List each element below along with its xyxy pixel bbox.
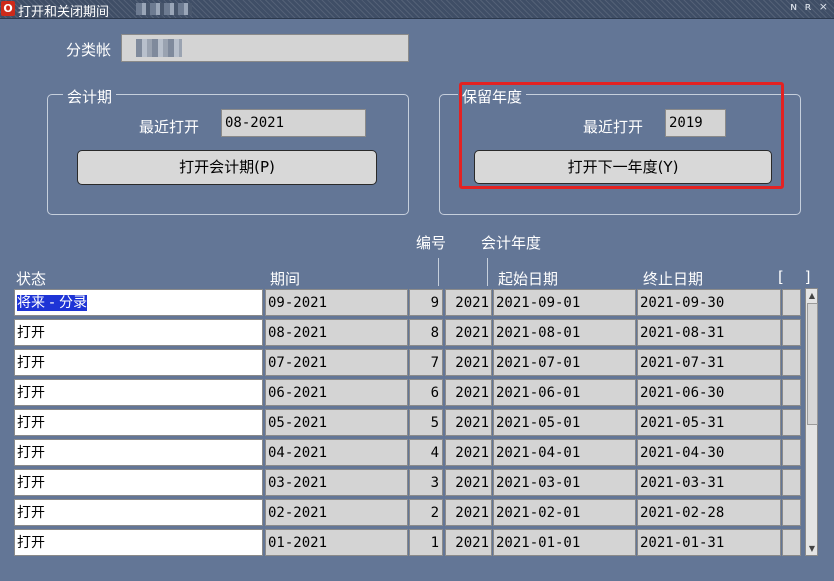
header-separator (487, 258, 488, 286)
end-date-cell[interactable]: 2021-09-30 (637, 289, 781, 316)
table-row[interactable]: 打开 02-2021 2 2021 2021-02-01 2021-02-28 (14, 499, 801, 526)
status-cell[interactable]: 打开 (14, 529, 263, 556)
table-row[interactable]: 打开 07-2021 7 2021 2021-07-01 2021-07-31 (14, 349, 801, 376)
flag-cell[interactable] (782, 439, 801, 466)
end-date-cell[interactable]: 2021-03-31 (637, 469, 781, 496)
header-period: 期间 (270, 270, 301, 288)
period-cell[interactable]: 09-2021 (265, 289, 408, 316)
start-date-cell[interactable]: 2021-02-01 (493, 499, 636, 526)
fiscal-year-cell[interactable]: 2021 (445, 409, 492, 436)
end-date-cell[interactable]: 2021-06-30 (637, 379, 781, 406)
end-date-cell[interactable]: 2021-04-30 (637, 439, 781, 466)
flag-cell[interactable] (782, 529, 801, 556)
flag-cell[interactable] (782, 409, 801, 436)
table-row[interactable]: 打开 01-2021 1 2021 2021-01-01 2021-01-31 (14, 529, 801, 556)
start-date-cell[interactable]: 2021-01-01 (493, 529, 636, 556)
open-period-button[interactable]: 打开会计期(P) (77, 150, 377, 185)
fiscal-year-cell[interactable]: 2021 (445, 439, 492, 466)
period-cell[interactable]: 01-2021 (265, 529, 408, 556)
table-row[interactable]: 打开 04-2021 4 2021 2021-04-01 2021-04-30 (14, 439, 801, 466)
end-date-cell[interactable]: 2021-01-31 (637, 529, 781, 556)
header-flag: [ ] (778, 268, 819, 286)
oracle-icon: O (1, 1, 15, 16)
number-cell[interactable]: 7 (409, 349, 443, 376)
ledger-value-blurred (136, 39, 182, 57)
number-cell[interactable]: 4 (409, 439, 443, 466)
accounting-period-legend: 会计期 (63, 86, 117, 107)
scroll-up-icon[interactable]: ▲ (807, 290, 817, 301)
fiscal-year-cell[interactable]: 2021 (445, 289, 492, 316)
fiscal-year-cell[interactable]: 2021 (445, 499, 492, 526)
window-controls[interactable]: ɴ ʀ × (790, 0, 830, 13)
blurred-title-suffix (136, 3, 192, 15)
scroll-thumb[interactable] (807, 303, 818, 425)
end-date-cell[interactable]: 2021-05-31 (637, 409, 781, 436)
table-row[interactable]: 将来 - 分录 09-2021 9 2021 2021-09-01 2021-09-30 (14, 289, 801, 316)
status-cell[interactable]: 打开 (14, 439, 263, 466)
number-cell[interactable]: 1 (409, 529, 443, 556)
number-cell[interactable]: 5 (409, 409, 443, 436)
period-cell[interactable]: 04-2021 (265, 439, 408, 466)
start-date-cell[interactable]: 2021-07-01 (493, 349, 636, 376)
status-cell[interactable]: 打开 (14, 319, 263, 346)
number-cell[interactable]: 8 (409, 319, 443, 346)
flag-cell[interactable] (782, 349, 801, 376)
period-cell[interactable]: 08-2021 (265, 319, 408, 346)
period-cell[interactable]: 07-2021 (265, 349, 408, 376)
fiscal-year-cell[interactable]: 2021 (445, 349, 492, 376)
start-date-cell[interactable]: 2021-08-01 (493, 319, 636, 346)
period-latest-open-label: 最近打开 (139, 118, 200, 136)
table-scrollbar[interactable]: ▲ ▼ (805, 288, 818, 556)
start-date-cell[interactable]: 2021-04-01 (493, 439, 636, 466)
fiscal-year-cell[interactable]: 2021 (445, 469, 492, 496)
start-date-cell[interactable]: 2021-05-01 (493, 409, 636, 436)
status-cell[interactable]: 将来 - 分录 (14, 289, 263, 316)
flag-cell[interactable] (782, 469, 801, 496)
scroll-down-icon[interactable]: ▼ (807, 543, 817, 554)
header-status: 状态 (16, 270, 47, 288)
period-cell[interactable]: 03-2021 (265, 469, 408, 496)
fiscal-year-cell[interactable]: 2021 (445, 529, 492, 556)
period-cell[interactable]: 02-2021 (265, 499, 408, 526)
fiscal-year-cell[interactable]: 2021 (445, 379, 492, 406)
flag-cell[interactable] (782, 289, 801, 316)
window-titlebar: O 打开和关闭期间 ɴ ʀ × (0, 0, 834, 20)
table-row[interactable]: 打开 06-2021 6 2021 2021-06-01 2021-06-30 (14, 379, 801, 406)
start-date-cell[interactable]: 2021-09-01 (493, 289, 636, 316)
number-cell[interactable]: 6 (409, 379, 443, 406)
period-cell[interactable]: 06-2021 (265, 379, 408, 406)
status-cell[interactable]: 打开 (14, 379, 263, 406)
flag-cell[interactable] (782, 499, 801, 526)
header-separator (438, 258, 439, 286)
status-cell[interactable]: 打开 (14, 469, 263, 496)
header-fiscal-year: 会计年度 (481, 234, 542, 252)
header-end-date: 终止日期 (643, 270, 704, 288)
window-title: 打开和关闭期间 (18, 5, 110, 20)
fiscal-year-cell[interactable]: 2021 (445, 319, 492, 346)
table-row[interactable]: 打开 08-2021 8 2021 2021-08-01 2021-08-31 (14, 319, 801, 346)
period-latest-open-field[interactable]: 08-2021 (221, 109, 366, 137)
flag-cell[interactable] (782, 379, 801, 406)
table-row[interactable]: 打开 03-2021 3 2021 2021-03-01 2021-03-31 (14, 469, 801, 496)
start-date-cell[interactable]: 2021-03-01 (493, 469, 636, 496)
end-date-cell[interactable]: 2021-08-31 (637, 319, 781, 346)
flag-cell[interactable] (782, 319, 801, 346)
number-cell[interactable]: 9 (409, 289, 443, 316)
ledger-label: 分类帐 (66, 41, 112, 59)
number-cell[interactable]: 2 (409, 499, 443, 526)
number-cell[interactable]: 3 (409, 469, 443, 496)
status-cell[interactable]: 打开 (14, 409, 263, 436)
end-date-cell[interactable]: 2021-02-28 (637, 499, 781, 526)
end-date-cell[interactable]: 2021-07-31 (637, 349, 781, 376)
status-cell[interactable]: 打开 (14, 499, 263, 526)
period-cell[interactable]: 05-2021 (265, 409, 408, 436)
header-start-date: 起始日期 (498, 270, 559, 288)
table-row[interactable]: 打开 05-2021 5 2021 2021-05-01 2021-05-31 (14, 409, 801, 436)
start-date-cell[interactable]: 2021-06-01 (493, 379, 636, 406)
status-cell[interactable]: 打开 (14, 349, 263, 376)
header-number: 编号 (416, 234, 447, 252)
highlight-box (459, 82, 784, 189)
